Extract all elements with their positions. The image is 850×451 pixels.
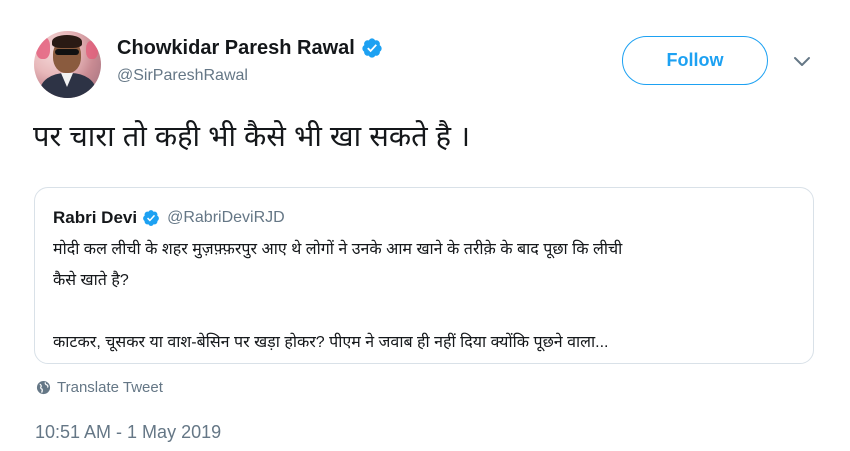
avatar[interactable] [34, 31, 101, 98]
globe-icon [36, 380, 51, 394]
quoted-tweet-text: मोदी कल लीची के शहर मुज़फ़्फ़रपुर आए थे … [53, 234, 805, 358]
author-handle[interactable]: @SirPareshRawal [117, 67, 248, 85]
avatar-sunglasses [55, 49, 79, 55]
translate-tweet-link[interactable]: Translate Tweet [36, 377, 163, 397]
tweet-text: पर चारा तो कही भी कैसे भी खा सकते है । [33, 121, 471, 153]
quoted-text-line: कैसे खाते है? [53, 272, 129, 289]
chevron-down-icon[interactable] [793, 56, 811, 68]
quoted-tweet-header: Rabri Devi @RabriDeviRJD [53, 206, 285, 230]
avatar-background-decoration [36, 37, 50, 59]
follow-button[interactable]: Follow [622, 36, 768, 85]
author-name[interactable]: Chowkidar Paresh Rawal [117, 37, 355, 60]
verified-badge-icon [143, 210, 159, 226]
tweet-timestamp[interactable]: 10:51 AM - 1 May 2019 [35, 422, 221, 443]
quoted-text-line: मोदी कल लीची के शहर मुज़फ़्फ़रपुर आए थे … [53, 241, 623, 258]
verified-badge-icon [362, 38, 382, 58]
avatar-background-decoration [86, 41, 98, 59]
quoted-author-name: Rabri Devi [53, 208, 138, 227]
quoted-tweet[interactable]: Rabri Devi @RabriDeviRJD मोदी कल लीची के… [34, 187, 814, 364]
author-name-row: Chowkidar Paresh Rawal [117, 35, 383, 61]
quoted-author-handle: @RabriDeviRJD [167, 209, 285, 226]
avatar-hair [52, 35, 82, 48]
translate-tweet-label[interactable]: Translate Tweet [57, 379, 163, 396]
quoted-text-line: काटकर, चूसकर या वाश-बेसिन पर खड़ा होकर? … [53, 334, 609, 351]
